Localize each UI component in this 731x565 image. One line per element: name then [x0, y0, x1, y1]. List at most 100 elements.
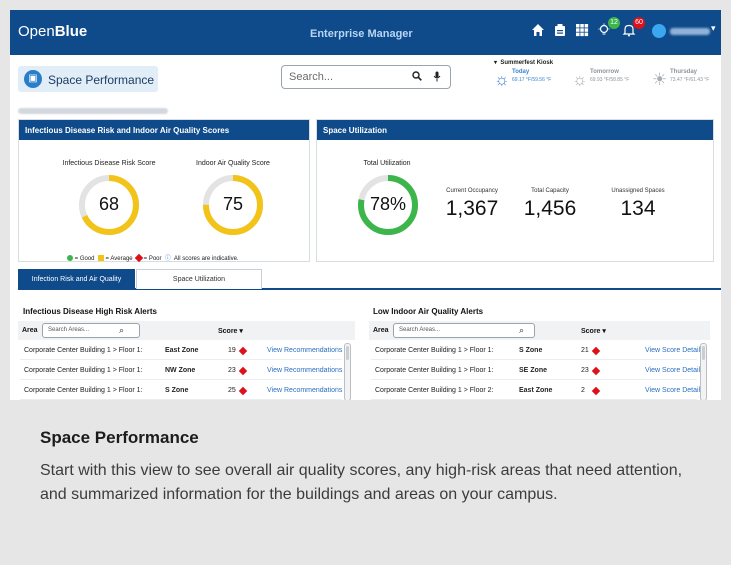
user-menu[interactable]: [670, 28, 710, 35]
area-cell: Corporate Center Building 1 > Floor 1:: [375, 347, 494, 354]
scrollbar-thumb[interactable]: [346, 346, 349, 360]
zone-cell: East Zone: [165, 347, 199, 354]
tab-bar: Infection Risk and Air Quality Space Uti…: [18, 269, 721, 290]
space-performance-title: ▣ Space Performance: [18, 66, 158, 92]
score-cell: 19: [228, 347, 236, 354]
scrollbar-thumb[interactable]: [702, 346, 705, 360]
weather-temps: 73.47 °F/61.43 °F: [670, 77, 710, 83]
top-nav-bar: OpenBlue Enterprise Manager 12 60 ▾: [10, 10, 721, 55]
action-link[interactable]: View Recommendations: [267, 347, 342, 354]
poor-diamond-icon: [238, 386, 248, 396]
weather-day: Tomorrow: [590, 69, 619, 75]
table-row: Corporate Center Building 1 > Floor 1: NW…: [20, 361, 342, 380]
search-icon[interactable]: ⌕: [519, 325, 524, 336]
iaq-score-label: Indoor Air Quality Score: [196, 160, 270, 167]
iaq-score-value: 75: [222, 194, 244, 214]
area-column-header: Area: [373, 327, 389, 334]
area-search-placeholder: Search Areas...: [48, 327, 90, 333]
action-link[interactable]: View Recommendations: [267, 367, 342, 374]
chevron-down-icon[interactable]: ▾: [711, 23, 716, 34]
brand-prefix: Open: [18, 23, 55, 40]
average-square-icon: [97, 255, 104, 261]
caption-panel: Space Performance Start with this view t…: [40, 428, 700, 507]
area-search-placeholder: Search Areas...: [399, 327, 441, 333]
unassigned-label: Unassigned Spaces: [611, 188, 665, 194]
weather-day: Thursday: [670, 69, 698, 75]
zone-cell: SE Zone: [519, 367, 548, 374]
zone-cell: NW Zone: [165, 367, 196, 374]
score-header-label: Score: [218, 328, 238, 335]
score-column-header[interactable]: Score ▾: [581, 327, 606, 335]
breadcrumb[interactable]: [18, 108, 168, 114]
area-cell: Corporate Center Building 1 > Floor 1:: [24, 387, 143, 394]
scores-card: Infectious Disease Risk and Indoor Air Q…: [18, 119, 310, 263]
low-iaq-table-header: Area Search Areas... ⌕ Score ▾: [369, 321, 710, 340]
app-window: OpenBlue Enterprise Manager 12 60 ▾ ▣ Spac…: [10, 10, 721, 400]
bell-icon[interactable]: 60: [621, 17, 645, 39]
infectious-score-value: 68: [98, 194, 120, 214]
lightbulb-badge: 12: [608, 17, 620, 29]
page-title: Space Performance: [48, 73, 155, 87]
scrollbar[interactable]: [344, 343, 351, 400]
home-icon[interactable]: [530, 23, 546, 39]
poor-diamond-icon: [134, 253, 144, 263]
zone-cell: East Zone: [519, 387, 553, 394]
area-search-input[interactable]: Search Areas... ⌕: [393, 323, 535, 338]
poor-diamond-icon: [591, 366, 601, 376]
caption-body: Start with this view to see overall air …: [40, 462, 683, 503]
action-link[interactable]: View Score Details: [645, 367, 704, 374]
weather-temps: 69.17 °F/59.56 °F: [512, 77, 552, 83]
area-search-input[interactable]: Search Areas... ⌕: [42, 323, 140, 338]
avatar[interactable]: [652, 24, 666, 38]
search-placeholder: Search...: [289, 71, 334, 83]
infectious-score-label: Infectious Disease Risk Score: [62, 160, 156, 167]
caption-title: Space Performance: [40, 428, 199, 447]
area-cell: Corporate Center Building 1 > Floor 2:: [375, 387, 494, 394]
area-column-header: Area: [22, 327, 38, 334]
scores-card-title: Infectious Disease Risk and Indoor Air Q…: [19, 120, 309, 140]
capacity-label: Total Capacity: [531, 188, 569, 194]
apps-grid-icon[interactable]: [574, 23, 590, 39]
score-cell: 23: [228, 367, 236, 374]
info-icon[interactable]: ⓘ: [165, 256, 171, 262]
legend-note: All scores are indicative.: [173, 256, 239, 262]
tab-space-utilization[interactable]: Space Utilization: [136, 269, 262, 289]
legend-good: = Good: [74, 256, 95, 262]
good-dot-icon: [67, 255, 73, 261]
search-icon[interactable]: [412, 71, 422, 84]
table-row: Corporate Center Building 1 > Floor 1: S …: [371, 341, 704, 360]
action-link[interactable]: View Score Details: [645, 387, 704, 394]
area-cell: Corporate Center Building 1 > Floor 1:: [375, 367, 494, 374]
app-title: Enterprise Manager: [310, 28, 413, 40]
action-link[interactable]: View Recommendations: [267, 387, 342, 394]
clipboard-icon[interactable]: [552, 23, 568, 39]
kiosk-label: Summerfest Kiosk: [500, 60, 554, 66]
sun-icon: ☀: [652, 70, 668, 89]
area-cell: Corporate Center Building 1 > Floor 1:: [24, 367, 143, 374]
partly-cloudy-icon: ☼: [494, 70, 510, 89]
poor-diamond-icon: [591, 386, 601, 396]
score-column-header[interactable]: Score ▾: [218, 327, 243, 335]
occupancy-value: 1,367: [445, 197, 499, 220]
search-icon[interactable]: ⌕: [119, 325, 124, 336]
global-search-input[interactable]: Search...: [281, 65, 451, 89]
score-cell: 2: [581, 387, 585, 394]
score-cell: 23: [581, 367, 589, 374]
action-link[interactable]: View Score Details: [645, 347, 704, 354]
partly-cloudy-icon: ☼: [572, 70, 588, 89]
openblue-logo[interactable]: OpenBlue: [18, 23, 87, 40]
lightbulb-icon[interactable]: 12: [596, 17, 620, 39]
tab-infection-risk[interactable]: Infection Risk and Air Quality: [18, 269, 135, 289]
microphone-icon[interactable]: [433, 71, 441, 85]
zone-cell: S Zone: [519, 347, 543, 354]
utilization-card-title: Space Utilization: [317, 120, 713, 140]
scrollbar[interactable]: [700, 343, 707, 400]
score-legend: = Good = Average = Poor ⓘ All scores are…: [67, 253, 239, 263]
bell-badge: 60: [633, 17, 645, 29]
score-header-label: Score: [581, 328, 601, 335]
brand-suffix: Blue: [54, 23, 88, 40]
kiosk-selector[interactable]: ▾ Summerfest Kiosk: [494, 59, 553, 66]
table-row: Corporate Center Building 1 > Floor 1: SE…: [371, 361, 704, 380]
low-iaq-alerts-title: Low Indoor Air Quality Alerts: [373, 307, 484, 316]
weather-day: Today: [512, 69, 530, 75]
